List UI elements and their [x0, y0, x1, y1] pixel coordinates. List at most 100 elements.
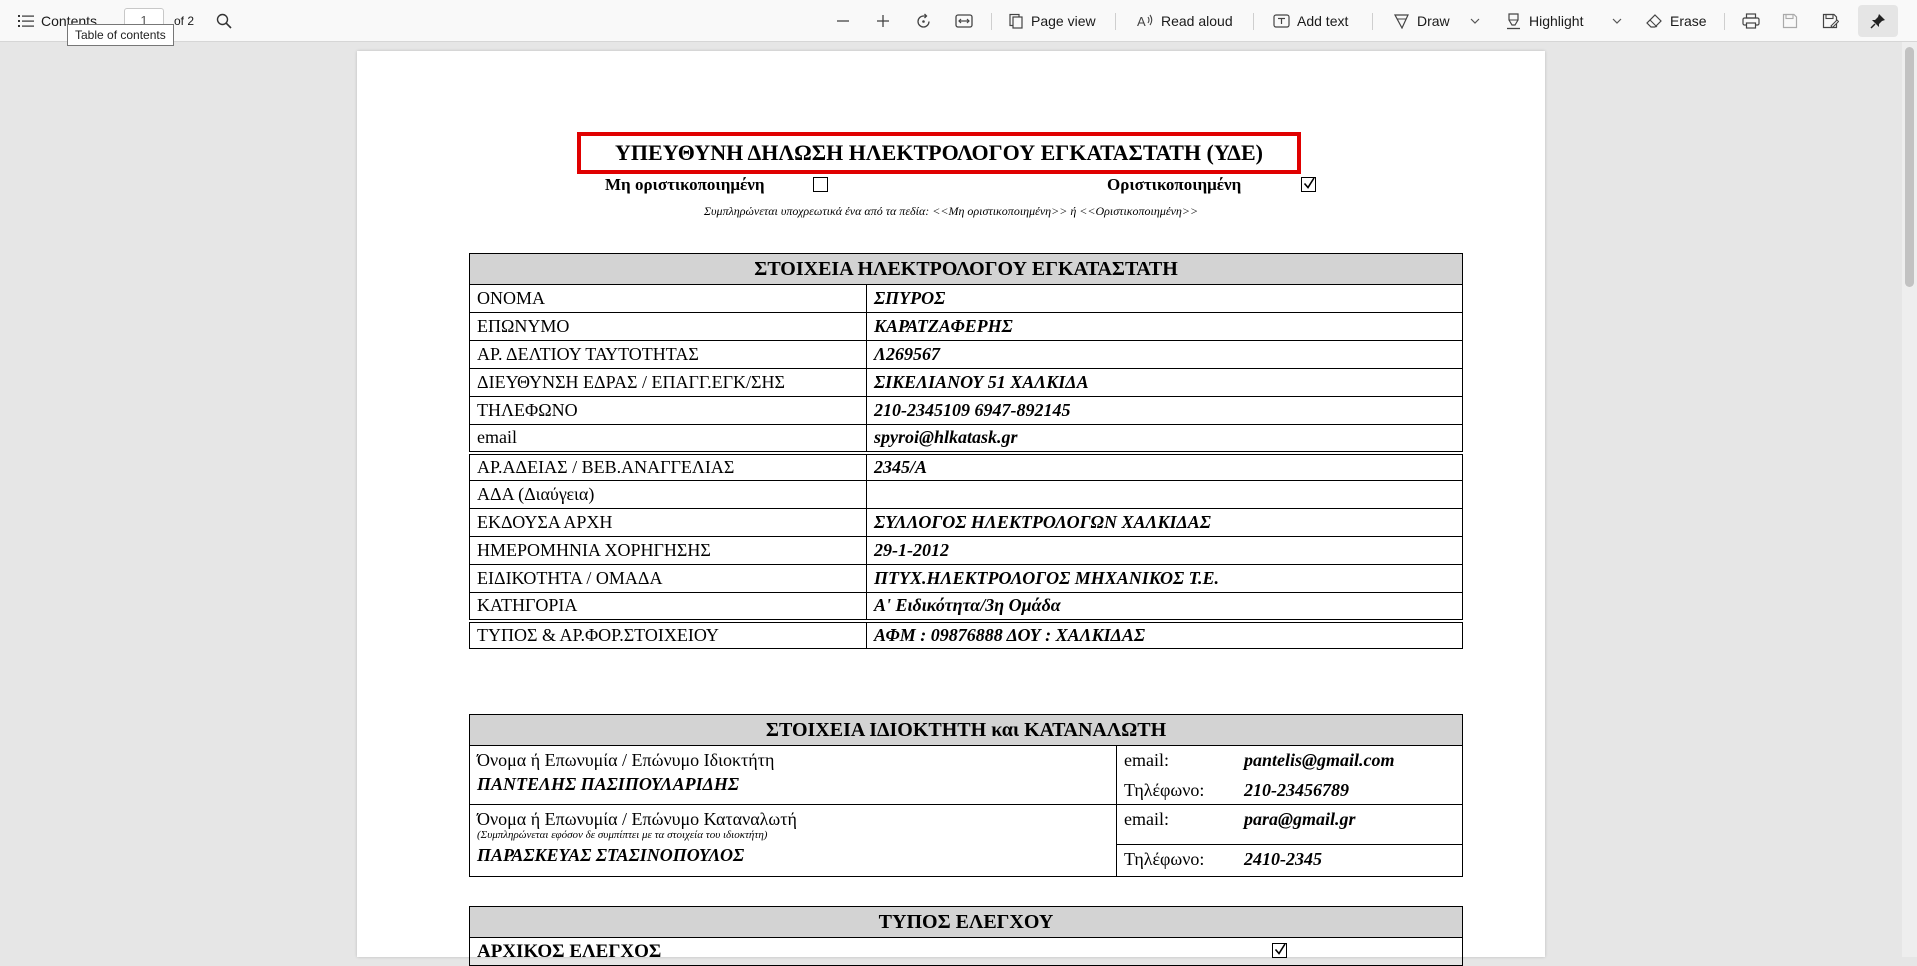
owner-header: ΣΤΟΙΧΕΙΑ ΙΔΙΟΚΤΗΤΗ και ΚΑΤΑΝΑΛΩΤΗ [468, 714, 1464, 746]
rotate-button[interactable] [915, 0, 932, 42]
field-value: 2345/Α [865, 450, 1464, 481]
consumer-note: (Συμπληρώνεται εφόσον δε συμπίπτει με τα… [477, 829, 768, 841]
owner-consumer-table: ΣΤΟΙΧΕΙΑ ΙΔΙΟΚΤΗΤΗ και ΚΑΤΑΝΑΛΩΤΗ Όνομα … [468, 714, 1464, 877]
installer-header: ΣΤΟΙΧΕΙΑ ΗΛΕΚΤΡΟΛΟΓΟΥ ΕΓΚΑΤΑΣΤΑΤΗ [468, 253, 1464, 285]
document-title: ΥΠΕΥΘΥΝΗ ΔΗΛΩΣΗ ΗΛΕΚΤΡΟΛΟΓΟΥ ΕΓΚΑΤΑΣΤΑΤΗ… [577, 132, 1301, 174]
field-label: ΤΥΠΟΣ & ΑΡ.ΦΟΡ.ΣΤΟΙΧΕΙΟΥ [469, 618, 867, 649]
field-label: ΚΑΤΗΓΟΡΙΑ [469, 592, 867, 621]
field-value: ΣΙΚΕΛΙΑΝΟΥ 51 ΧΑΛΚΙΔΑ [865, 368, 1464, 397]
table-row: email spyroi@hlkatask.gr [469, 424, 1464, 453]
not-finalized-checkbox[interactable] [813, 177, 828, 192]
list-icon [18, 15, 34, 27]
field-value: ΚΑΡΑΤΖΑΦΕΡΗΣ [865, 312, 1464, 341]
field-label: ΟΝΟΜΑ [469, 284, 867, 313]
draw-icon [1393, 14, 1409, 29]
tooltip: Table of contents [67, 24, 174, 46]
field-label: ΤΗΛΕΦΩΝΟ [469, 396, 867, 425]
read-aloud-button[interactable]: A Read aloud [1137, 0, 1233, 42]
consumer-label: Όνομα ή Επωνυμία / Επώνυμο Καταναλωτή [477, 809, 797, 829]
field-value [865, 480, 1464, 509]
chevron-down-icon [1612, 18, 1622, 24]
owner-name: ΠΑΝΤΕΛΗΣ ΠΑΣΙΠΟΥΛΑΡΙΔΗΣ [477, 774, 740, 794]
field-value: 29-1-2012 [865, 536, 1464, 565]
installer-table: ΣΤΟΙΧΕΙΑ ΗΛΕΚΤΡΟΛΟΓΟΥ ΕΓΚΑΤΑΣΤΑΤΗ ΟΝΟΜΑ Σ… [468, 253, 1464, 649]
table-row: ΕΚΔΟΥΣΑ ΑΡΧΗ ΣΥΛΛΟΓΟΣ ΗΛΕΚΤΡΟΛΟΓΩΝ ΧΑΛΚΙΔ… [469, 508, 1464, 537]
table-row: ΚΑΤΗΓΟΡΙΑ Α' Ειδικότητα/3η Ομάδα [469, 592, 1464, 621]
save-button[interactable] [1782, 0, 1798, 42]
draw-options-button[interactable] [1470, 0, 1480, 42]
print-icon [1742, 13, 1760, 29]
field-value: spyroi@hlkatask.gr [865, 424, 1464, 453]
plus-icon [877, 15, 889, 27]
save-as-button[interactable] [1822, 0, 1839, 42]
add-text-button[interactable]: Add text [1273, 0, 1348, 42]
initial-check-checkbox[interactable] [1272, 943, 1287, 958]
pin-icon [1870, 14, 1885, 29]
field-value: Λ269567 [865, 340, 1464, 369]
field-value: ΣΠΥΡΟΣ [865, 284, 1464, 313]
pdf-page: ΥΠΕΥΘΥΝΗ ΔΗΛΩΣΗ ΗΛΕΚΤΡΟΛΟΓΟΥ ΕΓΚΑΤΑΣΤΑΤΗ… [357, 51, 1545, 966]
erase-label: Erase [1670, 13, 1707, 29]
table-row: Όνομα ή Επωνυμία / Επώνυμο Καταναλωτή (Σ… [469, 804, 1464, 877]
consumer-name: ΠΑΡΑΣΚΕΥΑΣ ΣΤΑΣΙΝΟΠΟΥΛΟΣ [477, 845, 745, 865]
add-text-icon [1273, 14, 1290, 28]
consumer-cell: Όνομα ή Επωνυμία / Επώνυμο Καταναλωτή (Σ… [469, 804, 1117, 877]
table-row: ΗΜΕΡΟΜΗΝΙΑ ΧΟΡΗΓΗΣΗΣ 29-1-2012 [469, 536, 1464, 565]
scrollbar-thumb[interactable] [1905, 47, 1914, 287]
highlight-options-button[interactable] [1612, 0, 1622, 42]
zoom-out-button[interactable] [835, 0, 851, 42]
table-row: ΤΥΠΟΣ & ΑΡ.ΦΟΡ.ΣΤΟΙΧΕΙΟΥ ΑΦΜ : 09876888 Δ… [469, 618, 1464, 649]
check-type-header: ΤΥΠΟΣ ΕΛΕΓΧΟΥ [469, 906, 1463, 938]
page-view-icon [1009, 13, 1023, 29]
draw-label: Draw [1417, 13, 1450, 29]
page-total: of 2 [174, 14, 195, 28]
field-value: ΑΦΜ : 09876888 ΔΟΥ : ΧΑΛΚΙΔΑΣ [865, 618, 1464, 649]
field-value: ΣΥΛΛΟΓΟΣ ΗΛΕΚΤΡΟΛΟΓΩΝ ΧΑΛΚΙΔΑΣ [865, 508, 1464, 537]
field-label: ΕΙΔΙΚΟΤΗΤΑ / ΟΜΑΔΑ [469, 564, 867, 593]
read-aloud-icon: A [1137, 14, 1153, 29]
zoom-in-button[interactable] [875, 0, 891, 42]
field-value: 210-2345109 6947-892145 [865, 396, 1464, 425]
owner-phone: 210-23456789 [1244, 780, 1349, 800]
owner-email: pantelis@gmail.com [1244, 750, 1395, 770]
highlight-label: Highlight [1529, 13, 1584, 29]
save-as-icon [1822, 13, 1839, 29]
search-button[interactable] [216, 0, 232, 42]
table-row: ΤΗΛΕΦΩΝΟ 210-2345109 6947-892145 [469, 396, 1464, 425]
pin-toolbar-button[interactable] [1858, 5, 1898, 37]
finalized-checkbox[interactable] [1301, 177, 1316, 192]
field-label: email [469, 424, 867, 453]
field-label: ΑΡ.ΑΔΕΙΑΣ / ΒΕΒ.ΑΝΑΓΓΕΛΙΑΣ [469, 450, 867, 481]
minus-icon [837, 20, 849, 22]
print-button[interactable] [1742, 0, 1760, 42]
fit-width-button[interactable] [955, 0, 973, 42]
owner-cell: Όνομα ή Επωνυμία / Επώνυμο Ιδιοκτήτη ΠΑΝ… [469, 745, 1117, 805]
field-label: ΕΠΩΝΥΜΟ [469, 312, 867, 341]
pdf-toolbar: Contents 1 of 2 Page view A Read aloud A… [0, 0, 1917, 42]
owner-email-label: email: [1124, 750, 1169, 770]
table-row: ΑΡΧΙΚΟΣ ΕΛΕΓΧΟΣ [469, 937, 1463, 966]
table-row: ΑΡ. ΔΕΛΤΙΟΥ ΤΑΥΤΟΤΗΤΑΣ Λ269567 [469, 340, 1464, 369]
field-label: ΗΜΕΡΟΜΗΝΙΑ ΧΟΡΗΓΗΣΗΣ [469, 536, 867, 565]
initial-check-label: ΑΡΧΙΚΟΣ ΕΛΕΓΧΟΣ [477, 940, 662, 962]
table-row: ΕΙΔΙΚΟΤΗΤΑ / ΟΜΑΔΑ ΠΤΥΧ.ΗΛΕΚΤΡΟΛΟΓΟΣ ΜΗΧΑ… [469, 564, 1464, 593]
rotate-icon [917, 13, 930, 28]
svg-text:A: A [1137, 14, 1146, 29]
page-view-button[interactable]: Page view [1008, 0, 1096, 42]
field-label: ΑΡ. ΔΕΛΤΙΟΥ ΤΑΥΤΟΤΗΤΑΣ [469, 340, 867, 369]
erase-button[interactable]: Erase [1646, 0, 1707, 42]
chevron-down-icon [1470, 18, 1480, 24]
checkmark-icon [1303, 177, 1315, 189]
table-row: Όνομα ή Επωνυμία / Επώνυμο Ιδιοκτήτη ΠΑΝ… [469, 745, 1464, 805]
not-finalized-label: Μη οριστικοποιημένη [605, 175, 765, 194]
finalized-label: Οριστικοποιημένη [1107, 175, 1242, 194]
highlight-button[interactable]: Highlight [1505, 0, 1583, 42]
draw-button[interactable]: Draw [1393, 0, 1450, 42]
table-row: ΟΝΟΜΑ ΣΠΥΡΟΣ [469, 284, 1464, 313]
consumer-phone: 2410-2345 [1244, 849, 1322, 869]
field-label: ΕΚΔΟΥΣΑ ΑΡΧΗ [469, 508, 867, 537]
check-type-table: ΤΥΠΟΣ ΕΛΕΓΧΟΥ ΑΡΧΙΚΟΣ ΕΛΕΓΧΟΣ [469, 906, 1463, 966]
eraser-icon [1646, 14, 1662, 28]
field-label: ΔΙΕΥΘΥΝΣΗ ΕΔΡΑΣ / ΕΠΑΓΓ.ΕΓΚ/ΣΗΣ [469, 368, 867, 397]
table-row: ΑΡ.ΑΔΕΙΑΣ / ΒΕΒ.ΑΝΑΓΓΕΛΙΑΣ 2345/Α [469, 450, 1464, 481]
